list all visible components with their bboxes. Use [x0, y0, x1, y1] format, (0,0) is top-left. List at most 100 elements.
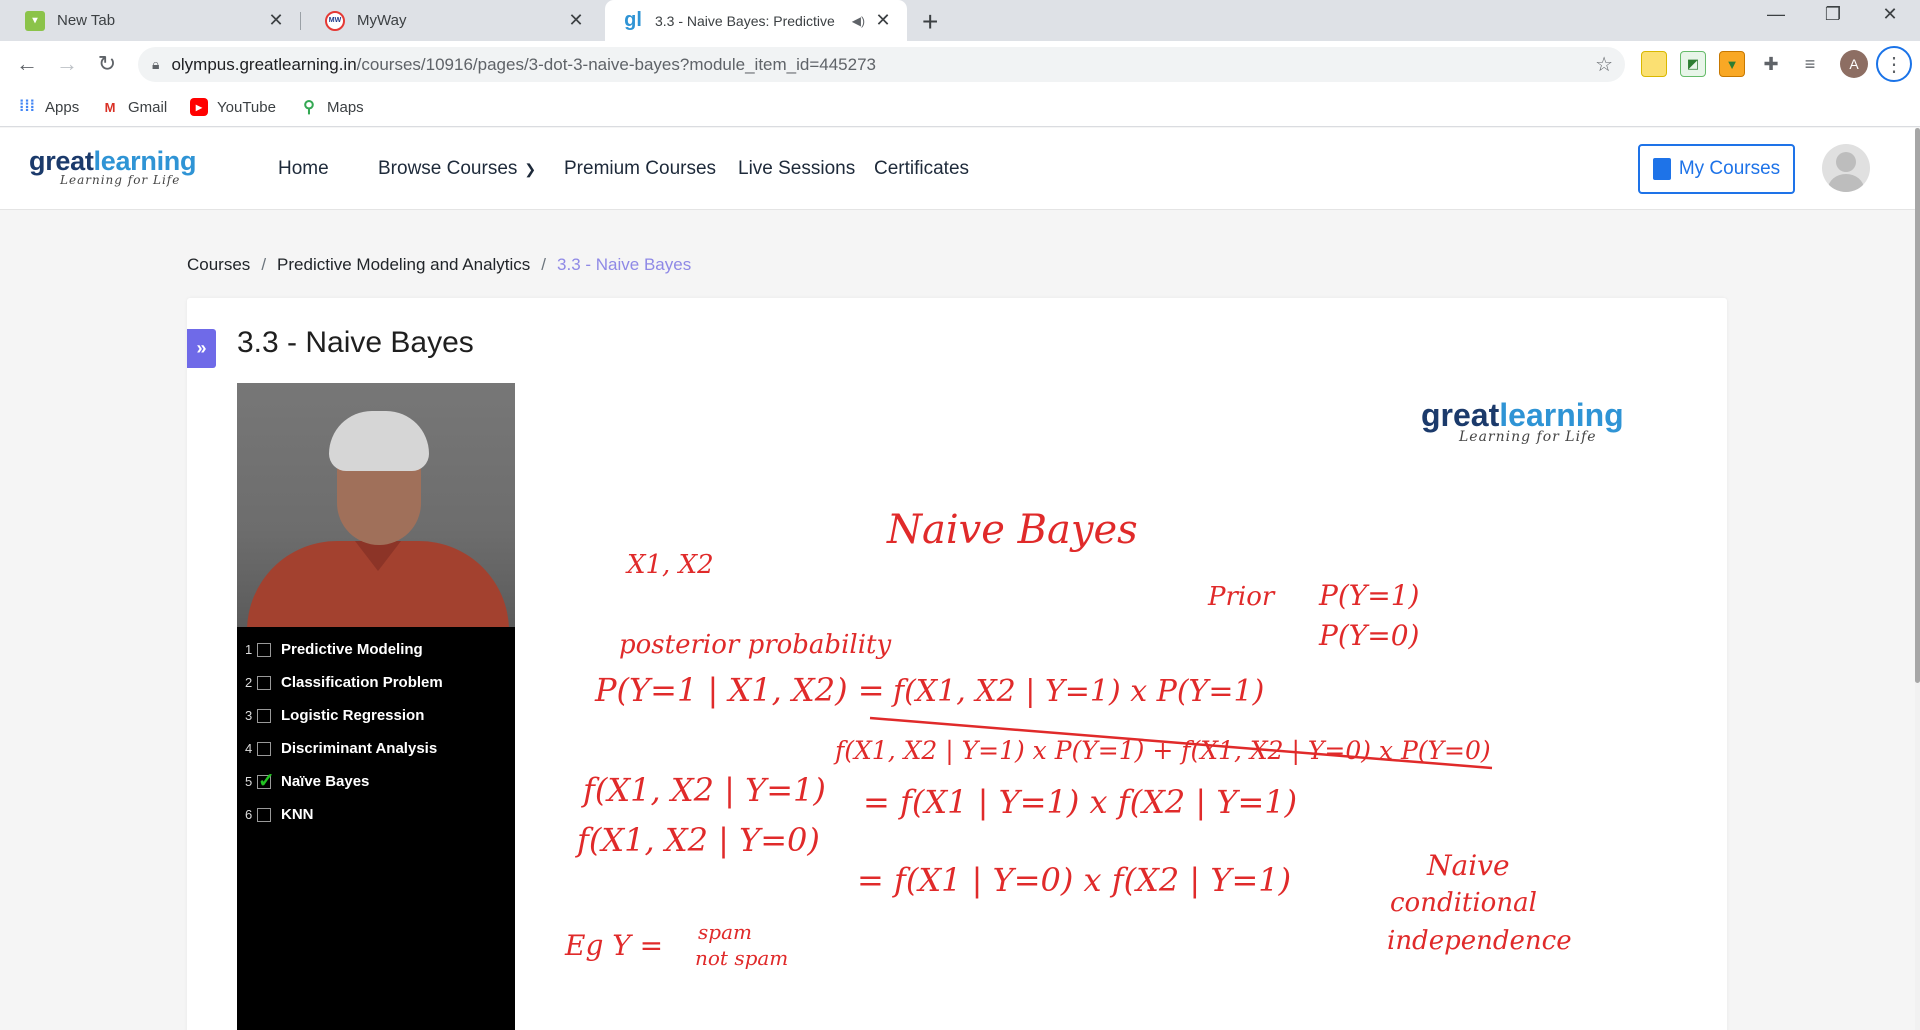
breadcrumb-course[interactable]: Predictive Modeling and Analytics: [277, 255, 530, 275]
whiteboard: greatlearning Learning for Life Naive Ba…: [515, 383, 1717, 1030]
new-tab-button[interactable]: +: [922, 6, 938, 38]
browser-profile-avatar[interactable]: A: [1840, 50, 1868, 78]
nav-browse-courses-label: Browse Courses: [378, 158, 518, 179]
extension-notes-icon[interactable]: [1641, 51, 1667, 77]
close-tab-icon[interactable]: ✕: [566, 10, 586, 31]
topic-label: Logistic Regression: [281, 707, 425, 724]
topic-item: 1 Predictive Modeling: [245, 633, 443, 666]
checkbox-icon: [257, 741, 271, 756]
nav-home[interactable]: Home: [278, 158, 329, 180]
greatlearning-favicon-icon: gl: [624, 9, 642, 31]
myway-icon: MW: [325, 10, 345, 31]
bookmarks-bar: ⁞⁞⁞ Apps M Gmail ▶ YouTube ⚲ Maps: [0, 88, 1920, 127]
address-bar[interactable]: 🔒︎ olympus.greatlearning.in/courses/1091…: [138, 47, 1625, 82]
tab-new-tab[interactable]: ▾ New Tab ✕: [0, 0, 300, 41]
board-note-conditional: conditional: [1390, 888, 1537, 918]
browser-menu-icon[interactable]: ⋮: [1876, 46, 1912, 82]
double-chevron-right-icon: »: [196, 338, 207, 358]
board-note-naive: Naive: [1426, 849, 1510, 882]
media-control-icon[interactable]: ≡: [1797, 51, 1823, 77]
close-tab-icon[interactable]: ✕: [266, 10, 286, 31]
youtube-icon: ▶: [190, 98, 208, 116]
topic-item: 2 Classification Problem: [245, 666, 443, 699]
checkmark-icon: ✓: [258, 769, 275, 792]
url-path: /courses/10916/pages/3-dot-3-naive-bayes…: [356, 54, 876, 74]
bookmark-maps[interactable]: ⚲ Maps: [300, 98, 364, 117]
bookmark-star-icon[interactable]: ☆: [1595, 52, 1613, 77]
forward-arrow-icon[interactable]: →: [52, 51, 82, 77]
window-close-icon[interactable]: ✕: [1867, 4, 1913, 25]
topic-label: Naïve Bayes: [281, 773, 370, 790]
chevron-down-icon: ❯: [524, 161, 537, 177]
bookmark-label: Maps: [327, 98, 364, 116]
topic-item: 4 Discriminant Analysis: [245, 732, 443, 765]
board-vars: X1, X2: [625, 550, 714, 580]
logo-part-great: great: [29, 146, 94, 176]
board-note-independence: independence: [1387, 926, 1572, 956]
board-lik0-rhs: = f(X1 | Y=0) x f(X2 | Y=1): [857, 861, 1291, 899]
checkbox-checked-icon: ✓: [257, 770, 275, 792]
speaker-icon[interactable]: ◀): [852, 14, 865, 28]
bookmark-apps[interactable]: ⁞⁞⁞ Apps: [18, 98, 79, 116]
topic-list: 1 Predictive Modeling 2 Classification Pro…: [245, 633, 443, 831]
my-courses-button[interactable]: My Courses: [1638, 144, 1795, 194]
board-eg-not-spam: not spam: [695, 946, 788, 970]
expand-sidebar-button[interactable]: »: [187, 329, 216, 368]
checkbox-icon: [257, 708, 271, 723]
topic-label: Predictive Modeling: [281, 641, 423, 658]
page-title: 3.3 - Naive Bayes: [237, 326, 474, 359]
page-scrollbar[interactable]: [1915, 128, 1920, 1030]
extensions-puzzle-icon[interactable]: ✚: [1758, 51, 1784, 77]
tab-title: New Tab: [57, 12, 116, 29]
extension-download-icon[interactable]: ▼: [1719, 51, 1745, 77]
board-numerator: f(X1, X2 | Y=1) x P(Y=1): [891, 674, 1264, 709]
tab-myway[interactable]: MW MyWay ✕: [300, 0, 600, 41]
board-eg-spam: spam: [698, 920, 752, 944]
my-courses-label: My Courses: [1678, 158, 1781, 179]
board-prior-0: P(Y=0): [1318, 619, 1419, 652]
breadcrumb: Courses / Predictive Modeling and Analyt…: [187, 255, 691, 275]
restore-icon[interactable]: ❐: [1810, 4, 1856, 25]
topic-number: 4: [245, 741, 253, 756]
breadcrumb-courses[interactable]: Courses: [187, 255, 250, 275]
topic-item: 3 Logistic Regression: [245, 699, 443, 732]
nav-premium-courses[interactable]: Premium Courses: [564, 158, 716, 180]
board-denominator: f(X1, X2 | Y=1) x P(Y=1) + f(X1, X2 | Y=…: [833, 736, 1491, 766]
topic-label: Discriminant Analysis: [281, 740, 438, 757]
nav-live-sessions[interactable]: Live Sessions: [738, 158, 855, 180]
board-eg: Eg Y =: [564, 929, 663, 962]
bookmark-youtube[interactable]: ▶ YouTube: [190, 98, 276, 116]
nav-certificates[interactable]: Certificates: [874, 158, 969, 180]
reload-icon[interactable]: ↻: [92, 51, 122, 77]
bookmark-label: Gmail: [128, 98, 168, 116]
url-host: olympus.greatlearning.in: [171, 54, 357, 74]
tab-title: 3.3 - Naive Bayes: Predictive: [655, 12, 835, 29]
topic-number: 3: [245, 708, 253, 723]
checkbox-icon: [257, 675, 271, 690]
bookmark-gmail[interactable]: M Gmail: [101, 98, 168, 116]
greatlearning-logo[interactable]: greatlearning Learning for Life: [29, 146, 196, 187]
breadcrumb-current: 3.3 - Naive Bayes: [557, 255, 692, 274]
topic-number: 2: [245, 675, 253, 690]
topic-number: 6: [245, 807, 253, 822]
close-tab-icon[interactable]: ✕: [873, 10, 893, 31]
lecture-video[interactable]: 1 Predictive Modeling 2 Classification Pro…: [237, 383, 1717, 1030]
extension-chart-icon[interactable]: ◩: [1680, 51, 1706, 77]
presenter-panel: 1 Predictive Modeling 2 Classification Pro…: [237, 383, 515, 1030]
board-prior-1: P(Y=1): [1318, 579, 1419, 612]
board-lik1-rhs: = f(X1 | Y=1) x f(X2 | Y=1): [863, 783, 1297, 821]
browser-tab-strip: ▾ New Tab ✕ MW MyWay ✕ gl 3.3 - Naive Ba…: [0, 0, 1920, 41]
browser-toolbar: ← → ↻ 🔒︎ olympus.greatlearning.in/course…: [0, 41, 1920, 88]
minimize-icon[interactable]: —: [1753, 4, 1799, 25]
whiteboard-ink: Naive Bayes X1, X2 Prior P(Y=1) P(Y=0) p…: [564, 507, 1572, 970]
maps-icon: ⚲: [303, 99, 315, 116]
tab-naive-bayes[interactable]: gl 3.3 - Naive Bayes: Predictive ◀) ✕: [605, 0, 907, 41]
nav-browse-courses[interactable]: Browse Courses ❯: [378, 158, 536, 180]
logo-tagline: Learning for Life: [60, 173, 181, 187]
topic-number: 5: [245, 774, 253, 789]
user-avatar[interactable]: [1822, 144, 1870, 192]
back-arrow-icon[interactable]: ←: [12, 51, 42, 77]
new-tab-icon: ▾: [25, 10, 45, 31]
scrollbar-thumb[interactable]: [1915, 128, 1920, 683]
presenter-camera: [237, 383, 515, 627]
